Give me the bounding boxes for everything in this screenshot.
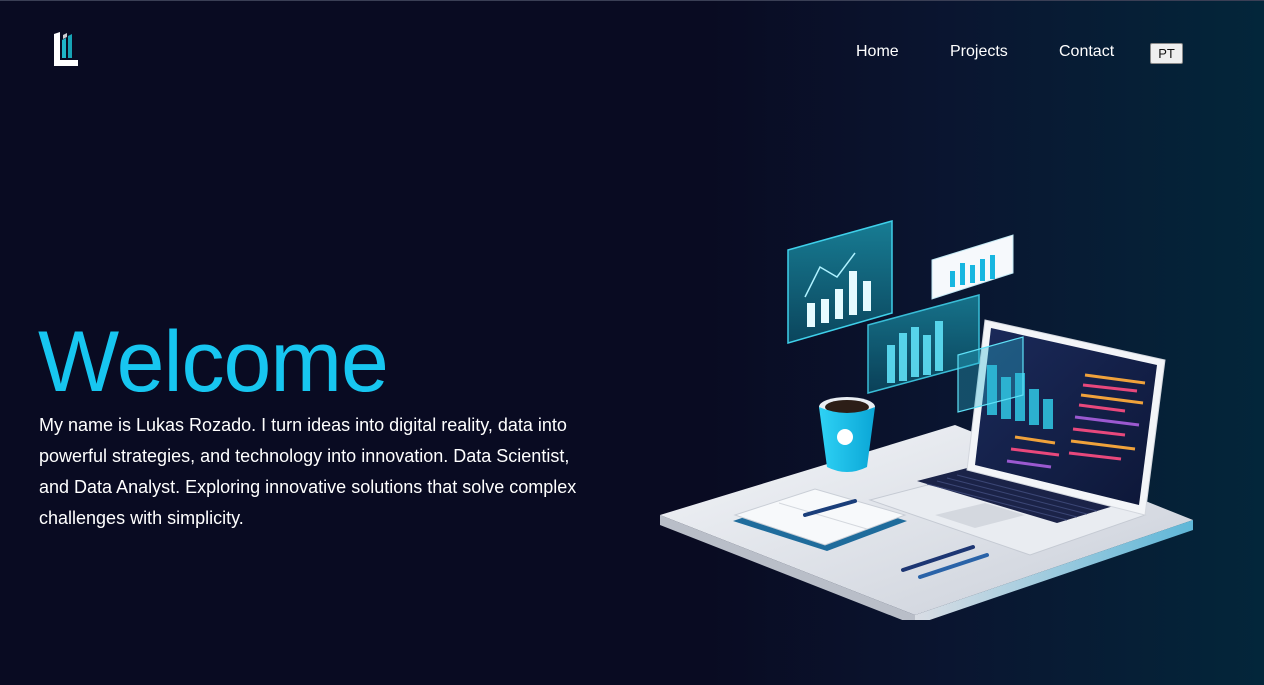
- intro-line: and Data Analyst. Exploring innovative s…: [39, 477, 577, 497]
- top-border: [0, 0, 1264, 1]
- hero-title: Welcome: [38, 314, 389, 410]
- main-nav: Home Projects Contact PT: [0, 42, 1264, 66]
- nav-projects-link[interactable]: Projects: [950, 42, 1008, 62]
- nav-home-link[interactable]: Home: [856, 42, 899, 62]
- intro-line: My name is Lukas Rozado. I turn ideas in…: [39, 415, 567, 435]
- intro-line: powerful strategies, and technology into…: [39, 446, 570, 466]
- hero-intro: My name is Lukas Rozado. I turn ideas in…: [39, 410, 639, 534]
- workspace-laptop-illustration: [660, 220, 1193, 620]
- nav-contact-link[interactable]: Contact: [1059, 42, 1114, 62]
- intro-line: challenges with simplicity.: [39, 508, 244, 528]
- language-toggle-button[interactable]: PT: [1150, 43, 1183, 64]
